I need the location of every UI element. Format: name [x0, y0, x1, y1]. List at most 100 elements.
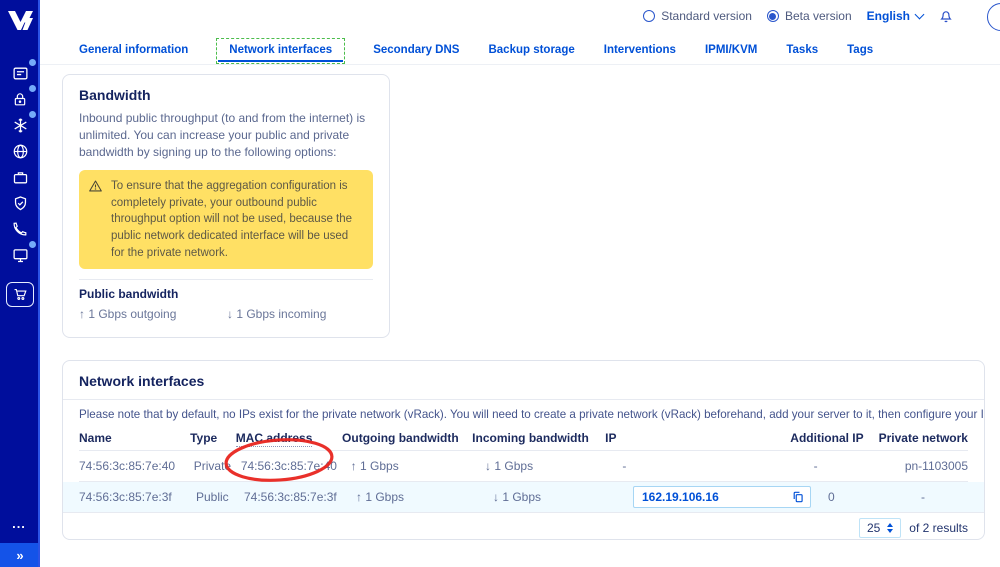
- cell-type: Private: [194, 459, 241, 473]
- tab-tags[interactable]: Tags: [846, 38, 874, 64]
- public-bandwidth-label: Public bandwidth: [79, 287, 373, 301]
- notification-dot: [29, 85, 36, 92]
- column-header-outgoing[interactable]: Outgoing bandwidth: [342, 431, 472, 445]
- sidebar-expand-button[interactable]: »: [0, 543, 40, 567]
- tab-ipmi-kvm[interactable]: IPMI/KVM: [704, 38, 758, 64]
- snowflake-icon: [12, 117, 29, 134]
- vrack-note: Please note that by default, no IPs exis…: [79, 408, 968, 421]
- globe-icon: [12, 143, 29, 160]
- notification-dot: [29, 241, 36, 248]
- tab-secondary-dns[interactable]: Secondary DNS: [372, 38, 460, 64]
- vrack-note-text: Please note that by default, no IPs exis…: [79, 408, 985, 421]
- briefcase-icon: [12, 169, 29, 186]
- cell-private-network: pn-1103005: [905, 459, 968, 473]
- lock-icon: [12, 91, 28, 108]
- tab-general-information[interactable]: General information: [78, 38, 189, 64]
- sidebar-item-billing[interactable]: [7, 60, 33, 86]
- table-row-public-interface: 74:56:3c:85:7e:3f Public 74:56:3c:85:7e:…: [63, 482, 984, 513]
- cell-ip: 162.19.106.16: [633, 486, 828, 508]
- column-header-name[interactable]: Name: [79, 431, 190, 445]
- tab-network-interfaces[interactable]: Network interfaces: [216, 38, 345, 64]
- warning-icon: [88, 179, 103, 199]
- radio-checked-icon[interactable]: [767, 10, 779, 22]
- radio-unchecked-icon[interactable]: [643, 10, 655, 22]
- bell-icon: [938, 7, 954, 25]
- cart-icon: [13, 287, 28, 302]
- tab-tasks[interactable]: Tasks: [785, 38, 819, 64]
- copy-ip-button[interactable]: [791, 490, 805, 504]
- pagination: 25 of 2 results: [79, 513, 968, 540]
- sidebar: ... »: [0, 0, 40, 567]
- sidebar-item-snowflake[interactable]: [7, 112, 33, 138]
- table-row-private-interface: 74:56:3c:85:7e:40 Private 74:56:3c:85:7e…: [79, 451, 968, 482]
- language-label: English: [867, 9, 910, 23]
- cell-additional-ip: -: [814, 459, 905, 473]
- cell-incoming-bandwidth: ↓ 1 Gbps: [493, 490, 633, 504]
- public-outgoing-value: ↑ 1 Gbps outgoing: [79, 307, 227, 321]
- table-header-row: Name Type MAC address Outgoing bandwidth…: [79, 425, 968, 451]
- warning-text: To ensure that the aggregation configura…: [111, 180, 352, 259]
- ip-value-box[interactable]: 162.19.106.16: [633, 486, 811, 508]
- results-count: of 2 results: [909, 521, 968, 535]
- beta-version-label: Beta version: [785, 9, 852, 23]
- bandwidth-card: Bandwidth Inbound public throughput (to …: [62, 74, 390, 338]
- column-header-incoming[interactable]: Incoming bandwidth: [472, 431, 605, 445]
- ovhcloud-logo[interactable]: [0, 0, 40, 40]
- column-header-private-network[interactable]: Private network: [879, 431, 968, 445]
- standard-version-option[interactable]: Standard version: [643, 9, 752, 23]
- bandwidth-title: Bandwidth: [79, 87, 373, 103]
- cart-button[interactable]: [6, 282, 34, 307]
- cell-name: 74:56:3c:85:7e:40: [79, 459, 194, 473]
- cell-private-network: -: [921, 490, 968, 504]
- column-header-ip[interactable]: IP: [605, 431, 790, 445]
- chevron-down-icon: [915, 10, 925, 20]
- sidebar-item-web-cloud[interactable]: [7, 242, 33, 268]
- column-header-type[interactable]: Type: [190, 431, 236, 445]
- cell-additional-ip: 0: [828, 490, 921, 504]
- sidebar-item-network[interactable]: [7, 138, 33, 164]
- column-header-additional-ip[interactable]: Additional IP: [790, 431, 878, 445]
- aggregation-warning: To ensure that the aggregation configura…: [79, 170, 373, 269]
- tab-backup-storage[interactable]: Backup storage: [487, 38, 575, 64]
- top-bar: Standard version Beta version English: [40, 0, 1000, 32]
- column-header-mac[interactable]: MAC address: [236, 431, 342, 445]
- billing-icon: [12, 65, 29, 82]
- beta-version-option[interactable]: Beta version: [767, 9, 852, 23]
- sidebar-item-security[interactable]: [7, 86, 33, 112]
- standard-version-label: Standard version: [661, 9, 752, 23]
- cell-name: 74:56:3c:85:7e:3f: [79, 490, 196, 504]
- double-chevron-right-icon: »: [16, 548, 23, 563]
- cell-type: Public: [196, 490, 244, 504]
- cell-incoming-bandwidth: ↓ 1 Gbps: [485, 459, 622, 473]
- stepper-icon: [887, 523, 893, 533]
- page-size-value: 25: [867, 521, 880, 535]
- sidebar-item-identity-security[interactable]: [7, 190, 33, 216]
- sidebar-item-hosted-private-cloud[interactable]: [7, 164, 33, 190]
- bandwidth-description: Inbound public throughput (to and from t…: [79, 110, 373, 161]
- shield-check-icon: [12, 195, 29, 212]
- desktop-icon: [12, 247, 29, 264]
- notification-dot: [29, 59, 36, 66]
- network-interfaces-title: Network interfaces: [79, 373, 968, 389]
- cell-mac-address: 74:56:3c:85:7e:3f: [244, 490, 356, 504]
- cell-outgoing-bandwidth: ↑ 1 Gbps: [356, 490, 493, 504]
- tab-bar: General information Network interfaces S…: [40, 36, 1000, 65]
- cell-ip: -: [622, 459, 813, 473]
- sidebar-item-telecom[interactable]: [7, 216, 33, 242]
- public-incoming-value: ↓ 1 Gbps incoming: [227, 307, 326, 321]
- phone-icon: [12, 221, 28, 237]
- sidebar-more-button[interactable]: ...: [0, 516, 38, 531]
- cell-mac-address: 74:56:3c:85:7e:40: [241, 459, 351, 473]
- ovhcloud-logo-mark: [7, 10, 34, 31]
- notification-dot: [29, 111, 36, 118]
- cell-outgoing-bandwidth: ↑ 1 Gbps: [351, 459, 485, 473]
- network-interfaces-card: Network interfaces Please note that by d…: [62, 360, 985, 540]
- notifications-button[interactable]: [938, 7, 954, 25]
- divider: [63, 399, 984, 400]
- public-bandwidth-section: Public bandwidth ↑ 1 Gbps outgoing ↓ 1 G…: [79, 279, 373, 329]
- page-size-select[interactable]: 25: [859, 518, 901, 538]
- sidebar-nav: [0, 60, 40, 307]
- copy-icon: [791, 490, 805, 504]
- language-selector[interactable]: English: [867, 9, 923, 23]
- tab-interventions[interactable]: Interventions: [603, 38, 677, 64]
